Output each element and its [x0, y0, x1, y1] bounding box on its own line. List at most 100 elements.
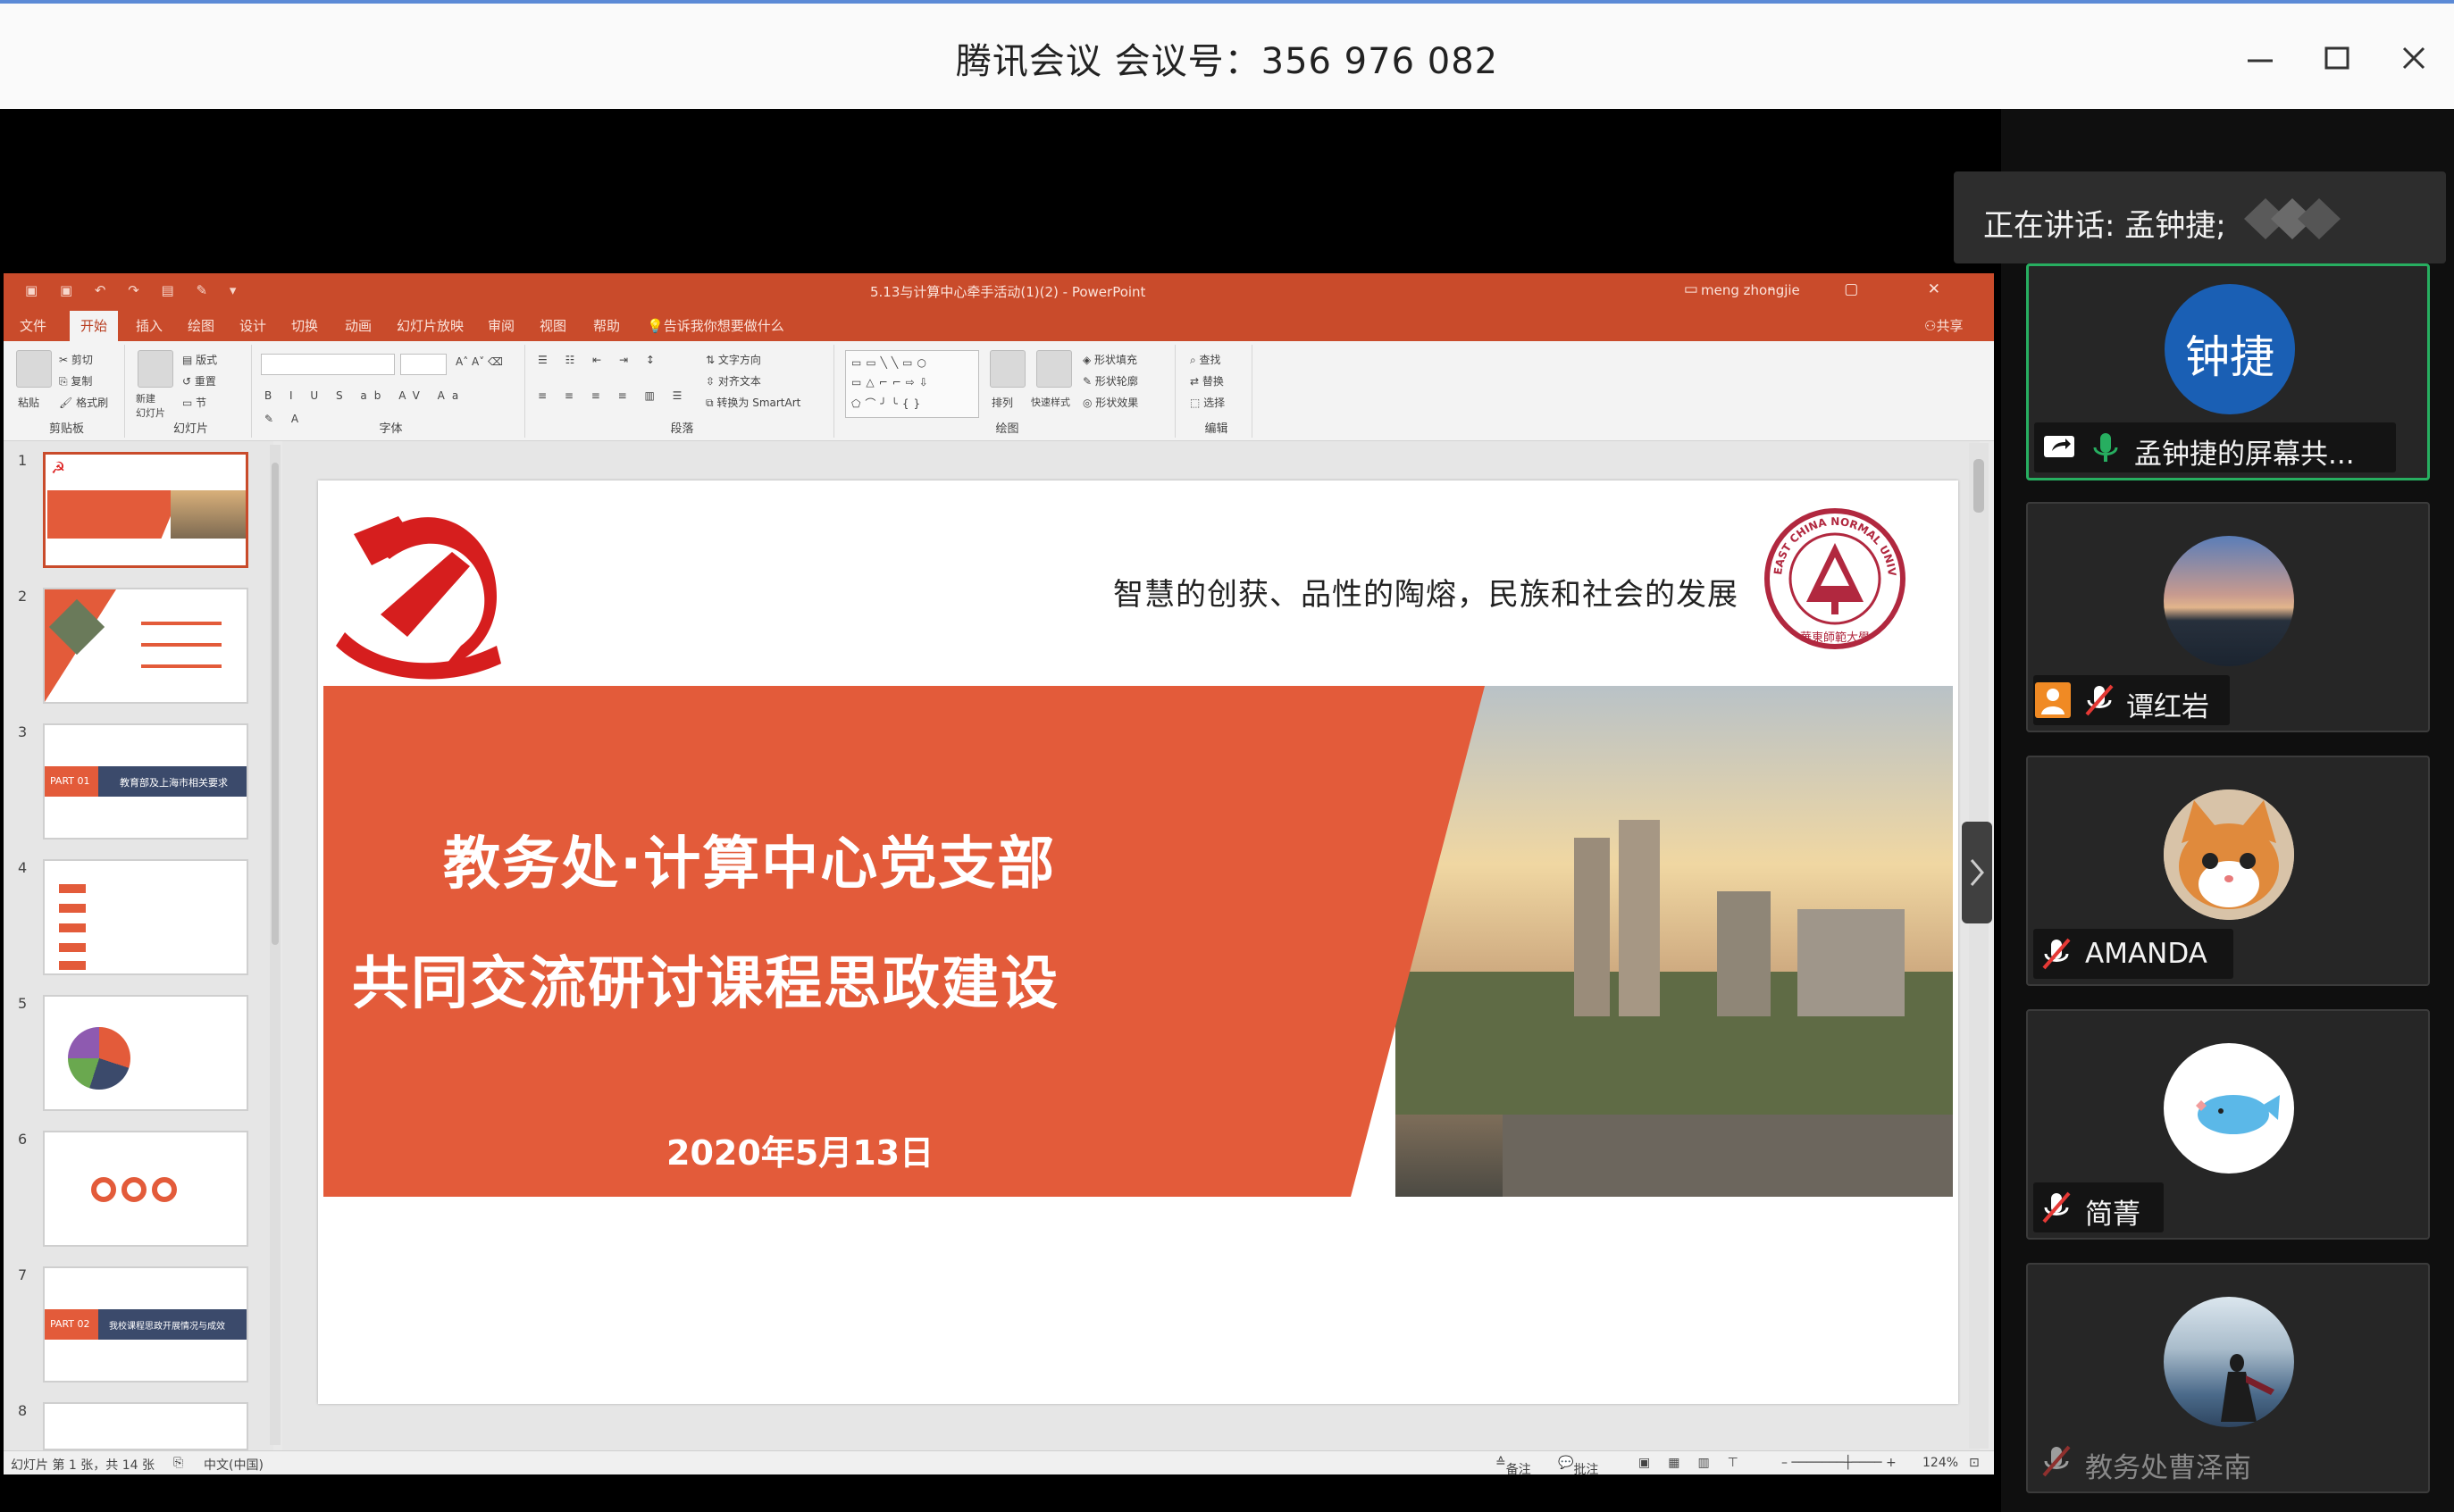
- mic-off-icon[interactable]: [2039, 936, 2074, 972]
- font-grow-shrink[interactable]: A˄ A˅ ⌫: [456, 355, 503, 368]
- maximize-icon[interactable]: [2310, 30, 2364, 84]
- slide-title-line-1: 教务处·计算中心党支部: [443, 831, 1057, 898]
- spellcheck-icon[interactable]: ⎘: [173, 1456, 183, 1470]
- clipboard-group-label: 剪贴板: [48, 422, 84, 436]
- slide-thumbnail-4[interactable]: [43, 859, 248, 975]
- scrollbar-knob[interactable]: [272, 463, 279, 945]
- slide-thumbnail-5[interactable]: [43, 995, 248, 1111]
- align-buttons[interactable]: ≡ ≡ ≡ ≡ ▥ ☰: [538, 389, 689, 402]
- language-indicator[interactable]: 中文(中国): [204, 1456, 264, 1474]
- format-painter-button[interactable]: 🖌 格式刷: [59, 395, 108, 410]
- university-motto: 智慧的创获、品性的陶熔，民族和社会的发展: [1113, 577, 1738, 613]
- tab-insert[interactable]: 插入: [136, 316, 163, 335]
- ppt-window-controls[interactable]: ▭ – ▢ ✕: [1684, 280, 1972, 298]
- notes-button[interactable]: ≙ 备注: [1495, 1456, 1531, 1474]
- align-text-button[interactable]: ⇳ 对齐文本: [706, 373, 761, 388]
- avatar: [2164, 1043, 2294, 1174]
- thumb-line: [141, 622, 222, 625]
- view-buttons[interactable]: ▣▦▥⊤: [1638, 1456, 1756, 1470]
- minimize-icon[interactable]: [2233, 30, 2287, 84]
- shared-screen-powerpoint[interactable]: ▣ ▣ ↶ ↷ ▤ ✎ ▾ 5.13与计算中心牵手活动(1)(2) - Powe…: [4, 273, 1994, 1474]
- shape-fill-button[interactable]: ◈ 形状填充: [1083, 352, 1137, 367]
- audio-wave-icon: [2244, 198, 2341, 239]
- layout-button[interactable]: ▤ 版式: [182, 352, 217, 367]
- paragraph-group-label: 段落: [670, 422, 694, 436]
- slide-thumbnail-8[interactable]: [43, 1402, 248, 1450]
- tab-design[interactable]: 设计: [239, 316, 266, 335]
- reset-button[interactable]: ↺ 重置: [182, 373, 216, 388]
- replace-button[interactable]: ⇄ 替换: [1190, 373, 1224, 388]
- quick-styles-button[interactable]: [1036, 350, 1072, 388]
- thumb-line: [141, 664, 222, 668]
- tab-home[interactable]: 开始: [70, 311, 119, 341]
- participant-tile[interactable]: 谭红岩: [2026, 502, 2430, 732]
- slide-count: 幻灯片 第 1 张，共 14 张: [11, 1458, 155, 1473]
- scrollbar-knob[interactable]: [1973, 459, 1984, 513]
- tab-file[interactable]: 文件: [20, 316, 46, 335]
- text-direction-button[interactable]: ⇅ 文字方向: [706, 352, 761, 367]
- group-drawing: ▭▭╲╲▭○ ▭△⌐⌐⇨⇩ ⬠⌒╯╰{} 排列 快速样式 ◈ 形状填充 ✎ 形状…: [840, 345, 1176, 438]
- slide-thumbnail-2[interactable]: [43, 588, 248, 704]
- thumb-number: 1: [18, 452, 28, 469]
- ecnu-logo-cn: 華東師範大學: [1800, 631, 1870, 645]
- tab-transitions[interactable]: 切换: [291, 316, 318, 335]
- copy-button[interactable]: ⎘ 复制: [59, 373, 92, 388]
- comments-button[interactable]: 💬 批注: [1558, 1456, 1598, 1474]
- close-icon[interactable]: [2387, 30, 2441, 84]
- mic-off-icon[interactable]: [2039, 1443, 2074, 1479]
- slide-thumbnail-1[interactable]: ☭: [43, 452, 248, 568]
- thumb-number: 2: [18, 588, 28, 605]
- tab-draw[interactable]: 绘图: [188, 316, 214, 335]
- slide-thumbnail-7[interactable]: PART 02 我校课程思政开展情况与成效: [43, 1266, 248, 1383]
- party-emblem-icon: [318, 480, 523, 686]
- tab-animations[interactable]: 动画: [345, 316, 372, 335]
- fit-slide-icon[interactable]: ⊡: [1969, 1456, 1980, 1470]
- ppt-ribbon-tabs: 文件 开始 插入 绘图 设计 切换 动画 幻灯片放映 审阅 视图 帮助 💡告诉我…: [4, 309, 1994, 341]
- tab-review[interactable]: 审阅: [488, 316, 515, 335]
- participant-tile[interactable]: 教务处曹泽南: [2026, 1263, 2430, 1493]
- new-slide-button[interactable]: [138, 350, 173, 388]
- section-button[interactable]: ▭ 节: [182, 395, 206, 410]
- thumb-number: 6: [18, 1131, 28, 1148]
- participant-tile[interactable]: AMANDA: [2026, 756, 2430, 986]
- font-size-dropdown[interactable]: [400, 354, 447, 375]
- find-button[interactable]: ⌕ 查找: [1190, 352, 1221, 367]
- expand-panel-button[interactable]: [1962, 822, 1992, 923]
- mic-on-icon[interactable]: [2088, 430, 2123, 465]
- new-slide-label: 新建 幻灯片: [136, 393, 165, 419]
- participant-tile[interactable]: 钟捷 孟钟捷的屏幕共...: [2026, 263, 2430, 480]
- smartart-button[interactable]: ⧉ 转换为 SmartArt: [706, 395, 800, 410]
- avatar: [2164, 1297, 2294, 1427]
- arrange-button[interactable]: [990, 350, 1026, 388]
- mic-off-icon[interactable]: [2039, 1190, 2074, 1225]
- chevron-right-icon: [1970, 859, 1984, 886]
- shape-effects-button[interactable]: ◎ 形状效果: [1083, 395, 1138, 410]
- zoom-slider[interactable]: – ───────┼──── +: [1781, 1456, 1897, 1470]
- slide-scrollbar[interactable]: [1969, 443, 1989, 1449]
- current-slide[interactable]: 智慧的创获、品性的陶熔，民族和社会的发展 EAST CHINA NORMAL U…: [318, 480, 1958, 1404]
- tab-slideshow[interactable]: 幻灯片放映: [397, 316, 464, 335]
- share-button[interactable]: ⚇共享: [1924, 316, 1963, 335]
- tab-view[interactable]: 视图: [540, 316, 566, 335]
- font-group-label: 字体: [379, 422, 403, 436]
- select-button[interactable]: ⬚ 选择: [1190, 395, 1225, 410]
- tell-me-search[interactable]: 💡告诉我你想要做什么: [647, 316, 784, 335]
- tab-help[interactable]: 帮助: [593, 316, 620, 335]
- shape-outline-button[interactable]: ✎ 形状轮廓: [1083, 373, 1138, 388]
- participant-name: 教务处曹泽南: [2085, 1452, 2251, 1484]
- participant-tile[interactable]: 简菁: [2026, 1009, 2430, 1240]
- list-buttons[interactable]: ☰ ☷ ⇤ ⇥ ↕: [538, 354, 662, 366]
- quick-access-toolbar[interactable]: ▣ ▣ ↶ ↷ ▤ ✎ ▾: [25, 282, 245, 298]
- mic-off-icon[interactable]: [2081, 682, 2117, 718]
- zoom-level[interactable]: 124%: [1922, 1456, 1958, 1470]
- shapes-gallery[interactable]: ▭▭╲╲▭○ ▭△⌐⌐⇨⇩ ⬠⌒╯╰{}: [845, 350, 979, 418]
- cut-button[interactable]: ✂ 剪切: [59, 352, 93, 367]
- thumb-part-label: PART 02: [50, 1318, 90, 1330]
- thumbnail-scrollbar[interactable]: [270, 445, 281, 1445]
- paste-button[interactable]: [16, 350, 52, 388]
- font-name-dropdown[interactable]: [261, 354, 395, 375]
- slide-thumbnail-6[interactable]: [43, 1131, 248, 1247]
- whale-cartoon: [2196, 1095, 2280, 1134]
- font-style-buttons[interactable]: B I U S ab AV Aa: [264, 389, 465, 402]
- slide-thumbnail-3[interactable]: PART 01 教育部及上海市相关要求: [43, 723, 248, 840]
